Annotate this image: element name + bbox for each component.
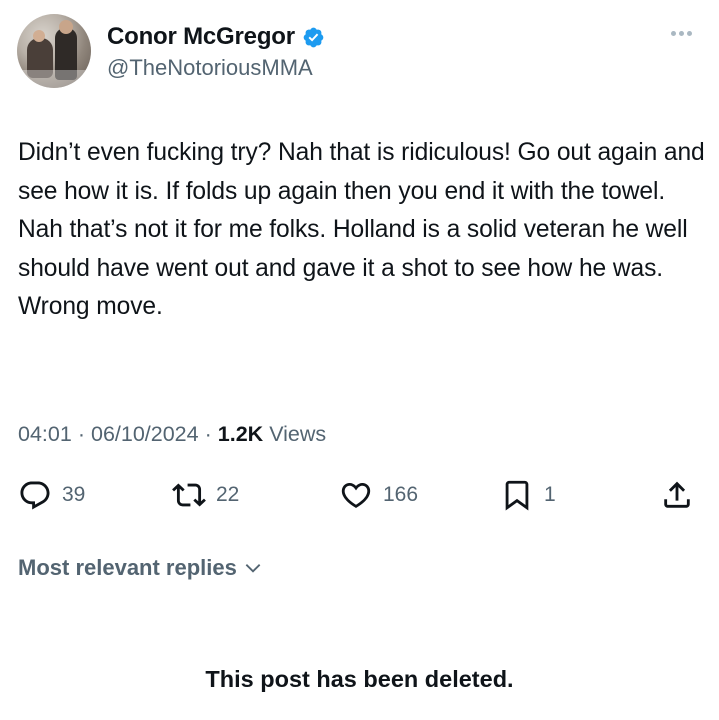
- avatar-highlight: [17, 70, 91, 88]
- replies-sort-dropdown[interactable]: Most relevant replies: [18, 555, 263, 581]
- like-button[interactable]: 166: [339, 477, 418, 513]
- views-label: Views: [269, 422, 327, 446]
- tweet-meta: 04:01 · 06/10/2024 · 1.2K Views: [18, 422, 326, 447]
- repost-button[interactable]: 22: [172, 477, 239, 513]
- tweet-date[interactable]: 06/10/2024: [91, 422, 199, 447]
- author-display-name[interactable]: Conor McGregor: [107, 23, 295, 51]
- action-bar: 39 22 166 1: [0, 477, 719, 517]
- author-handle[interactable]: @TheNotoriousMMA: [107, 55, 313, 81]
- author-avatar[interactable]: [17, 14, 91, 88]
- more-dot: [671, 30, 676, 36]
- like-count: 166: [383, 483, 419, 506]
- bookmark-count: 1: [544, 483, 556, 506]
- reply-icon: [20, 481, 50, 510]
- repost-count: 22: [216, 483, 240, 506]
- share-icon: [664, 481, 690, 508]
- bookmark-icon: [505, 480, 529, 511]
- avatar-head-left: [33, 30, 45, 42]
- reply-button[interactable]: 39: [18, 477, 85, 513]
- tweet-time[interactable]: 04:01: [18, 422, 72, 447]
- verified-badge-icon[interactable]: [302, 26, 325, 49]
- avatar-head-right: [59, 20, 73, 34]
- tweet-text: Didn’t even fucking try? Nah that is rid…: [18, 139, 705, 321]
- bookmark-button[interactable]: 1: [500, 477, 556, 513]
- share-button[interactable]: [660, 477, 694, 513]
- repost-icon: [172, 483, 206, 507]
- like-icon: [341, 482, 371, 508]
- author-name-row: Conor McGregor: [107, 22, 325, 52]
- deleted-post-notice: This post has been deleted.: [205, 666, 514, 692]
- meta-separator: ·: [77, 422, 85, 446]
- views-count[interactable]: 1.2K: [218, 422, 263, 447]
- replies-sort-label: Most relevant replies: [18, 555, 237, 580]
- more-dot: [687, 30, 692, 36]
- more-options-icon[interactable]: [671, 27, 699, 39]
- more-dot: [679, 30, 684, 36]
- chevron-down-icon: [245, 564, 261, 573]
- reply-count: 39: [62, 483, 86, 506]
- meta-separator: ·: [204, 422, 212, 446]
